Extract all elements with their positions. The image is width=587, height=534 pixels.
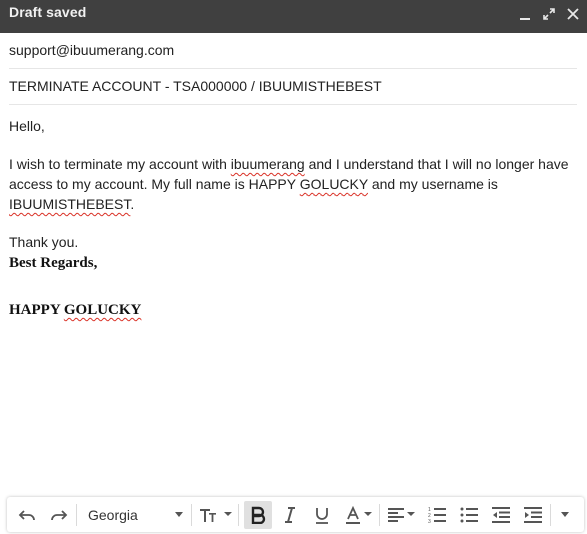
message-body[interactable]: Hello, I wish to terminate my account wi…: [9, 116, 579, 320]
bulleted-list-icon[interactable]: [455, 497, 483, 532]
greeting-text: Hello,: [9, 118, 45, 134]
close-icon[interactable]: [565, 6, 581, 22]
separator: [76, 503, 77, 526]
italic-icon[interactable]: [276, 497, 304, 532]
misspelled-word: IBUUMISTHEBEST: [9, 196, 131, 212]
undo-icon[interactable]: [13, 497, 41, 532]
redo-icon[interactable]: [45, 497, 73, 532]
bold-button[interactable]: [244, 497, 272, 532]
separator: [191, 503, 192, 526]
divider: [9, 104, 577, 105]
bold-icon: [244, 500, 272, 529]
paragraph: I wish to terminate my account with ibuu…: [9, 156, 569, 212]
signature-text: HAPPY GOLUCKY: [9, 302, 142, 318]
thanks-text: Thank you.: [9, 234, 79, 250]
misspelled-word: ibuumerang: [230, 156, 305, 172]
regards-text: Best Regards,: [9, 255, 98, 271]
numbered-list-icon[interactable]: 123: [423, 497, 451, 532]
misspelled-word: GOLUCKY: [63, 302, 142, 318]
recipient-field[interactable]: support@ibuumerang.com: [9, 42, 578, 58]
font-selector[interactable]: Georgia: [80, 497, 188, 532]
more-options-icon[interactable]: [554, 497, 576, 532]
draft-status: Draft saved: [9, 4, 87, 20]
compose-header: Draft saved: [0, 0, 587, 33]
divider: [9, 68, 577, 69]
separator: [379, 503, 380, 526]
indent-more-icon[interactable]: [519, 497, 547, 532]
align-icon[interactable]: [383, 497, 419, 532]
font-size-icon[interactable]: [195, 497, 235, 532]
expand-icon[interactable]: [541, 6, 557, 22]
indent-less-icon[interactable]: [487, 497, 515, 532]
svg-text:3: 3: [428, 519, 431, 524]
subject-field[interactable]: TERMINATE ACCOUNT - TSA000000 / IBUUMIST…: [9, 78, 578, 94]
font-name: Georgia: [88, 506, 138, 523]
text-color-icon[interactable]: [340, 497, 376, 532]
separator: [550, 503, 551, 526]
separator: [238, 503, 239, 526]
misspelled-word: GOLUCKY: [299, 176, 368, 192]
chevron-down-icon: [175, 512, 183, 517]
formatting-toolbar: Georgia 123: [7, 497, 584, 532]
minimize-icon[interactable]: [517, 6, 533, 22]
underline-icon[interactable]: [308, 497, 336, 532]
